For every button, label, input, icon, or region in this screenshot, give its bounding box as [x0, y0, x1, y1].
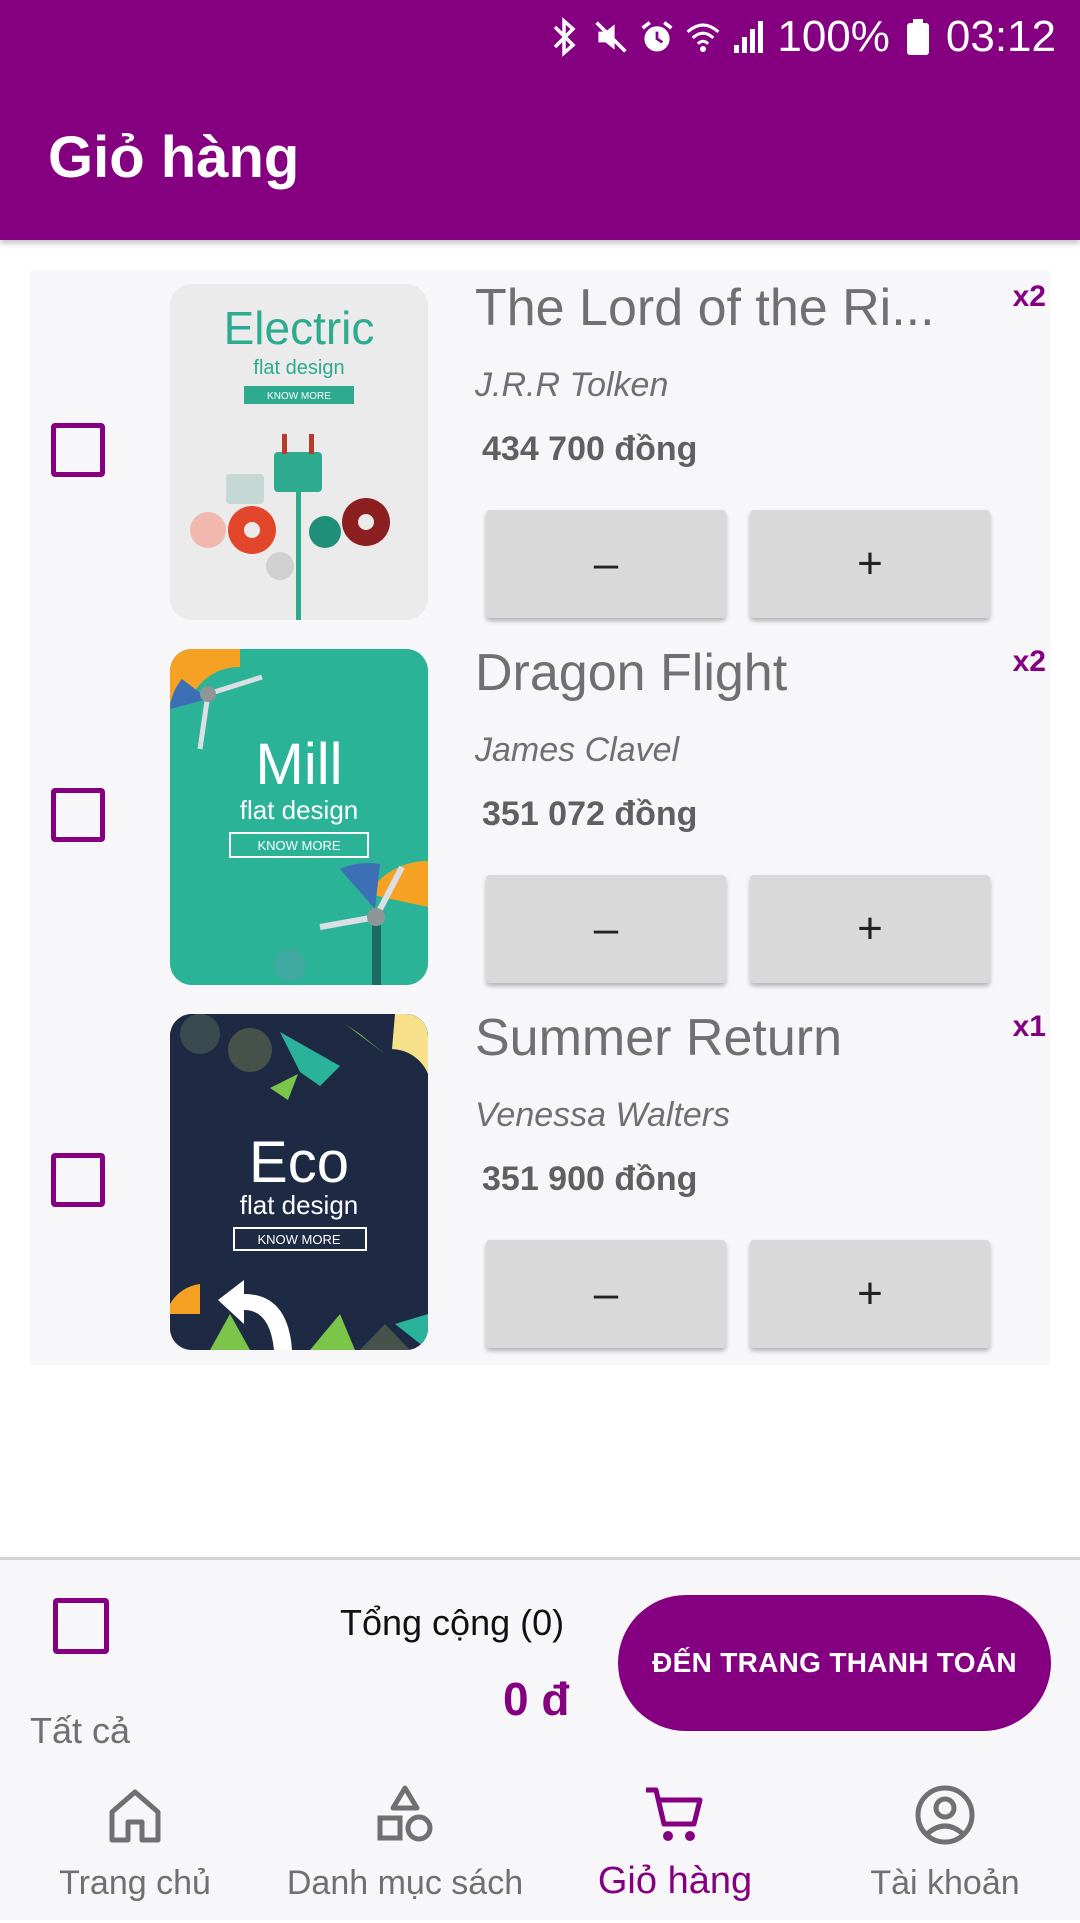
cart-item: Mill flat design KNOW MORE Dragon Flight… — [30, 635, 1050, 1000]
account-icon — [915, 1785, 975, 1845]
bluetooth-icon — [547, 17, 583, 57]
cart-item: Electric flat design KNOW MORE The Lord … — [30, 270, 1050, 635]
cover-subtitle: flat design — [240, 795, 359, 825]
wifi-icon — [685, 17, 721, 57]
battery-percent: 100% — [777, 12, 890, 61]
app-bar: 100% 03:12 Giỏ hàng — [0, 0, 1080, 240]
item-checkbox[interactable] — [51, 423, 105, 477]
nav-label: Trang chủ — [59, 1864, 211, 1902]
book-author: James Clavel — [475, 731, 680, 769]
bottom-nav: Trang chủ Danh mục sách Giỏ hàng Tài kho… — [0, 1778, 1080, 1923]
item-checkbox[interactable] — [51, 788, 105, 842]
increase-button[interactable]: + — [750, 510, 990, 618]
cover-subtitle: flat design — [240, 1190, 359, 1220]
cart-icon — [646, 1787, 703, 1841]
category-icon — [377, 1785, 433, 1842]
nav-label: Tài khoản — [870, 1864, 1020, 1902]
cover-title: Electric — [224, 302, 375, 354]
increase-button[interactable]: + — [750, 875, 990, 983]
book-cover[interactable]: Mill flat design KNOW MORE — [170, 649, 428, 985]
total-value: 0 đ — [503, 1673, 570, 1725]
checkout-panel: Tất cả Tổng cộng (0) 0 đ ĐẾN TRANG THANH… — [0, 1557, 1080, 1920]
home-icon — [109, 1789, 161, 1843]
book-author: Venessa Walters — [475, 1096, 731, 1134]
book-cover[interactable]: Electric flat design KNOW MORE — [170, 284, 428, 620]
book-price: 351 072 đồng — [482, 795, 698, 833]
battery-icon — [900, 17, 936, 57]
cover-subtitle: flat design — [253, 357, 344, 379]
book-price: 434 700 đồng — [482, 430, 698, 468]
nav-account[interactable]: Tài khoản — [810, 1778, 1080, 1923]
nav-label: Giỏ hàng — [597, 1860, 753, 1902]
checkout-button[interactable]: ĐẾN TRANG THANH TOÁN — [618, 1595, 1051, 1731]
cart-item: Eco flat design KNOW MORE Summer Return … — [30, 1000, 1050, 1365]
select-all-label[interactable]: Tất cả — [30, 1710, 130, 1752]
decrease-button[interactable]: – — [486, 1240, 726, 1348]
nav-label: Danh mục sách — [286, 1864, 524, 1902]
cover-title: Mill — [256, 732, 343, 797]
alarm-icon — [639, 17, 675, 57]
page-title: Giỏ hàng — [48, 125, 300, 190]
book-title[interactable]: Dragon Flight — [475, 643, 955, 703]
nav-home[interactable]: Trang chủ — [0, 1778, 270, 1923]
mute-icon — [593, 17, 629, 57]
cover-cta: KNOW MORE — [257, 1232, 340, 1247]
cover-cta: KNOW MORE — [257, 838, 340, 853]
signal-icon — [731, 17, 767, 57]
nav-cart[interactable]: Giỏ hàng — [540, 1778, 810, 1923]
nav-categories[interactable]: Danh mục sách — [270, 1778, 540, 1923]
book-cover[interactable]: Eco flat design KNOW MORE — [170, 1014, 428, 1350]
decrease-button[interactable]: – — [486, 875, 726, 983]
decrease-button[interactable]: – — [486, 510, 726, 618]
quantity-badge: x2 — [1012, 645, 1046, 678]
book-author: J.R.R Tolken — [475, 366, 669, 404]
quantity-badge: x2 — [1012, 280, 1046, 313]
cover-title: Eco — [249, 1130, 349, 1195]
increase-button[interactable]: + — [750, 1240, 990, 1348]
status-bar: 100% 03:12 — [547, 10, 1056, 64]
book-title[interactable]: The Lord of the Ri... — [475, 278, 955, 338]
cart-list: Electric flat design KNOW MORE The Lord … — [30, 270, 1050, 1365]
clock: 03:12 — [945, 12, 1056, 61]
book-price: 351 900 đồng — [482, 1160, 698, 1198]
item-checkbox[interactable] — [51, 1153, 105, 1207]
select-all-checkbox[interactable] — [53, 1598, 109, 1654]
cover-cta: KNOW MORE — [267, 391, 331, 402]
quantity-badge: x1 — [1012, 1010, 1046, 1043]
total-label: Tổng cộng (0) — [340, 1602, 565, 1643]
book-title[interactable]: Summer Return — [475, 1008, 955, 1068]
